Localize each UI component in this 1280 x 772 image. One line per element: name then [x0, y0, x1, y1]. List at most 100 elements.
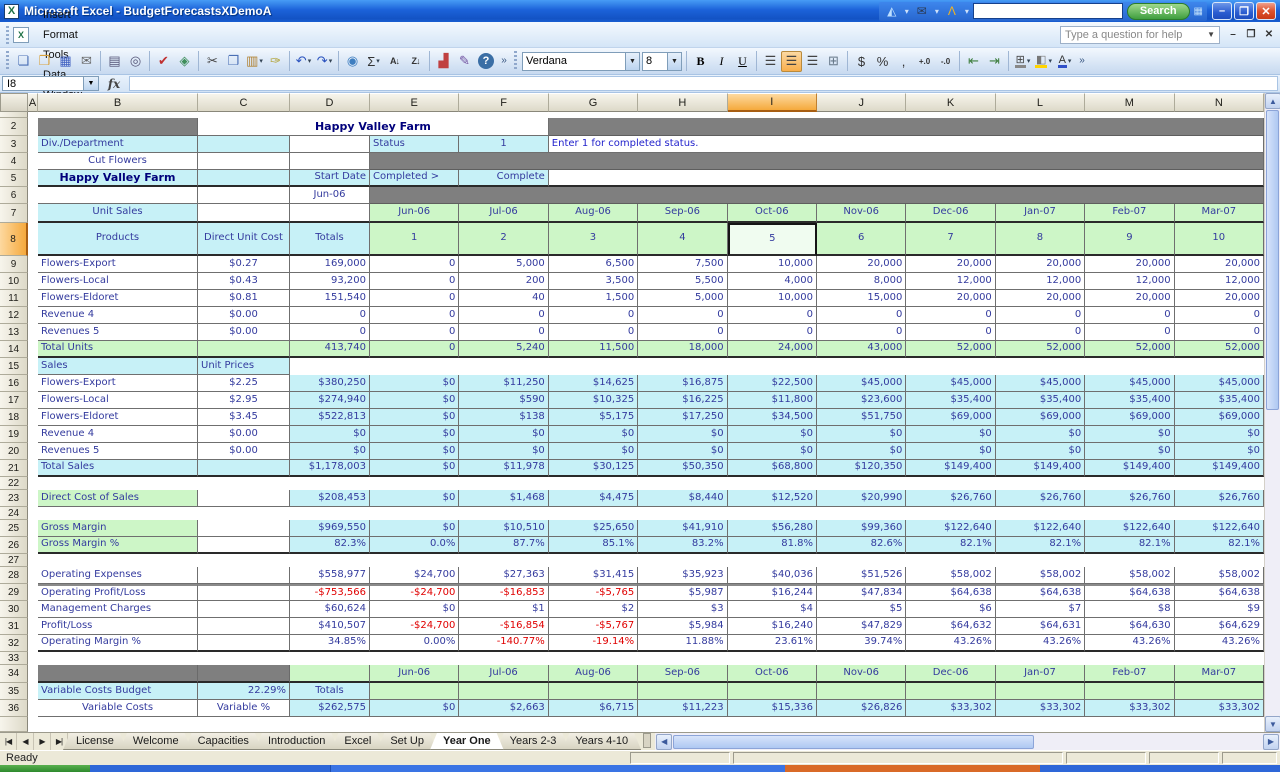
cell-M26[interactable]: 82.1% [1085, 537, 1175, 554]
cell-L16[interactable]: $45,000 [995, 375, 1086, 392]
format-painter-button[interactable]: ✑ [265, 51, 286, 72]
cell-I23[interactable]: $12,520 [727, 490, 817, 507]
cell-B12[interactable]: Revenue 4 [38, 307, 198, 324]
cell-L20[interactable]: $0 [995, 443, 1086, 460]
cell-M23[interactable]: $26,760 [1085, 490, 1175, 507]
cell-B16[interactable]: Flowers-Export [38, 375, 198, 392]
cell-F7[interactable]: Jul-06 [459, 204, 549, 223]
cell-K30[interactable]: $6 [906, 601, 996, 618]
cell-E29[interactable]: -$24,700 [370, 584, 460, 601]
cell-L10[interactable]: 12,000 [995, 273, 1086, 290]
cell-J31[interactable]: $47,829 [817, 618, 907, 635]
print-preview-button[interactable]: ◎ [125, 51, 146, 72]
row-header-15[interactable]: 15 [0, 358, 28, 375]
cell-J13[interactable]: 0 [817, 324, 907, 341]
cell-J29[interactable]: $47,834 [817, 584, 907, 601]
percent-button[interactable]: % [872, 51, 893, 72]
vertical-scrollbar[interactable]: ▲ ▼ [1264, 93, 1280, 732]
cell-N30[interactable]: $9 [1174, 601, 1264, 618]
cell-K20[interactable]: $0 [906, 443, 996, 460]
align-center-button[interactable]: ☰ [781, 50, 802, 72]
cell-F25[interactable]: $10,510 [459, 520, 549, 537]
row-header-9[interactable]: 9 [0, 256, 28, 273]
column-header-H[interactable]: H [638, 93, 728, 112]
row-header-35[interactable]: 35 [0, 683, 28, 700]
cell-F30[interactable]: $1 [459, 601, 549, 618]
cell-D35[interactable]: Totals [290, 683, 370, 700]
cell-B31[interactable]: Profit/Loss [38, 618, 198, 635]
cell-H28[interactable]: $35,923 [638, 567, 728, 584]
cell-J25[interactable]: $99,360 [817, 520, 907, 537]
cell-E14[interactable]: 0 [370, 341, 460, 358]
cell-J34[interactable]: Nov-06 [817, 665, 907, 683]
row-header-29[interactable]: 29 [0, 584, 28, 601]
undo-button[interactable]: ↶ ▾ [293, 51, 314, 72]
cell-F11[interactable]: 40 [459, 290, 549, 307]
cell-G12[interactable]: 0 [548, 307, 639, 324]
cell-C35[interactable]: 22.29% [198, 683, 290, 700]
cell-G21[interactable]: $30,125 [548, 460, 639, 477]
cell-L8[interactable]: 8 [995, 223, 1086, 256]
cut-button[interactable]: ✂ [202, 51, 223, 72]
cell-D20[interactable]: $0 [290, 443, 370, 460]
cell-D31[interactable]: $410,507 [290, 618, 370, 635]
cell-N28[interactable]: $58,002 [1174, 567, 1264, 584]
cell-F34[interactable]: Jul-06 [459, 665, 549, 683]
row-header-13[interactable]: 13 [0, 324, 28, 341]
cell-F26[interactable]: 87.7% [459, 537, 549, 554]
cell-L34[interactable]: Jan-07 [995, 665, 1086, 683]
cell-B13[interactable]: Revenues 5 [38, 324, 198, 341]
cell-F19[interactable]: $0 [459, 426, 549, 443]
cell-J21[interactable]: $120,350 [817, 460, 907, 477]
cell-M8[interactable]: 9 [1085, 223, 1175, 256]
cell-I31[interactable]: $16,240 [727, 618, 817, 635]
close-button[interactable]: ✕ [1256, 2, 1276, 20]
cell-D4[interactable] [290, 153, 370, 170]
row-header-18[interactable]: 18 [0, 409, 28, 426]
cell-M30[interactable]: $8 [1085, 601, 1175, 618]
help-button[interactable]: ? [478, 53, 494, 69]
cell-K32[interactable]: 43.26% [906, 635, 996, 652]
sheet-tab-capacities[interactable]: Capacities [185, 733, 262, 750]
cell-E25[interactable]: $0 [370, 520, 460, 537]
chevron-down-icon[interactable]: ▾ [965, 7, 969, 16]
cell-C2[interactable]: Happy Valley Farm [198, 118, 549, 136]
cell-H23[interactable]: $8,440 [638, 490, 728, 507]
cell-L14[interactable]: 52,000 [995, 341, 1086, 358]
cell-F17[interactable]: $590 [459, 392, 549, 409]
sheet-tab-years-4-10[interactable]: Years 4-10 [562, 733, 641, 750]
sheet-tab-introduction[interactable]: Introduction [255, 733, 338, 750]
row-header-34[interactable]: 34 [0, 665, 28, 683]
cell-L36[interactable]: $33,302 [995, 700, 1086, 717]
cell-G28[interactable]: $31,415 [548, 567, 639, 584]
cell-L23[interactable]: $26,760 [995, 490, 1086, 507]
cell-I13[interactable]: 0 [727, 324, 817, 341]
cell-D32[interactable]: 34.85% [290, 635, 370, 652]
cell-E21[interactable]: $0 [370, 460, 460, 477]
cell-N11[interactable]: 20,000 [1174, 290, 1264, 307]
cell-G30[interactable]: $2 [548, 601, 639, 618]
row-header-3[interactable]: 3 [0, 136, 28, 153]
cell-C15[interactable]: Unit Prices [198, 358, 290, 375]
cell-H29[interactable]: $5,987 [638, 584, 728, 601]
cell-D21[interactable]: $1,178,003 [290, 460, 370, 477]
cell-M12[interactable]: 0 [1085, 307, 1175, 324]
cell-H19[interactable]: $0 [638, 426, 728, 443]
cell-J16[interactable]: $45,000 [817, 375, 907, 392]
cell-G20[interactable]: $0 [548, 443, 639, 460]
cell-B3[interactable]: Div./Department [38, 136, 198, 153]
column-header-J[interactable]: J [817, 93, 907, 112]
cell-B5[interactable]: Happy Valley Farm [38, 170, 198, 187]
row-header-11[interactable]: 11 [0, 290, 28, 307]
underline-button[interactable]: U [732, 51, 753, 72]
row-header-4[interactable]: 4 [0, 153, 28, 170]
cell-C32[interactable] [198, 635, 290, 652]
cell-B29[interactable]: Operating Profit/Loss [38, 584, 198, 601]
cell-B30[interactable]: Management Charges [38, 601, 198, 618]
column-header-D[interactable]: D [290, 93, 370, 112]
cell-M25[interactable]: $122,640 [1085, 520, 1175, 537]
chevron-down-icon[interactable]: ▼ [625, 52, 639, 70]
cell-M21[interactable]: $149,400 [1085, 460, 1175, 477]
cell-M29[interactable]: $64,638 [1085, 584, 1175, 601]
cell-E5[interactable]: Completed > [370, 170, 460, 187]
